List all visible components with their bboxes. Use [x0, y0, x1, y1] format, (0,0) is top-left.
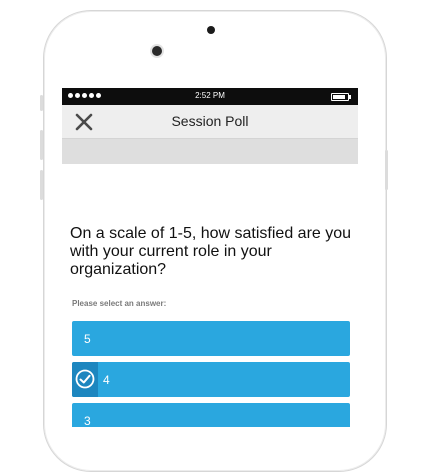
poll-content: On a scale of 1-5, how satisfied are you…: [62, 164, 358, 427]
poll-question: On a scale of 1-5, how satisfied are you…: [70, 225, 352, 278]
power-button: [385, 150, 388, 190]
phone-screen: 2:52 PM Session Poll On a scale of 1-5, …: [62, 88, 358, 427]
checkmark-circle-icon: [75, 369, 95, 389]
volume-up-button: [40, 130, 43, 160]
volume-down-button: [40, 170, 43, 200]
answer-prompt: Please select an answer:: [72, 299, 167, 308]
answer-option-label: 4: [103, 373, 110, 387]
nav-bar: Session Poll: [62, 105, 358, 139]
status-bar: 2:52 PM: [62, 88, 358, 105]
answer-option-label: 5: [84, 332, 91, 346]
earpiece-speaker: [207, 26, 215, 34]
battery-level: [333, 95, 345, 99]
battery-icon: [331, 93, 351, 101]
answer-option-label: 3: [84, 414, 91, 427]
page-title: Session Poll: [171, 113, 249, 129]
front-camera: [152, 46, 162, 56]
answer-option-3[interactable]: 3: [72, 403, 350, 427]
mute-switch: [40, 95, 43, 111]
answer-option-4[interactable]: 4: [72, 362, 350, 397]
status-time: 2:52 PM: [195, 91, 225, 100]
answer-option-5[interactable]: 5: [72, 321, 350, 356]
header-band: [62, 139, 358, 164]
